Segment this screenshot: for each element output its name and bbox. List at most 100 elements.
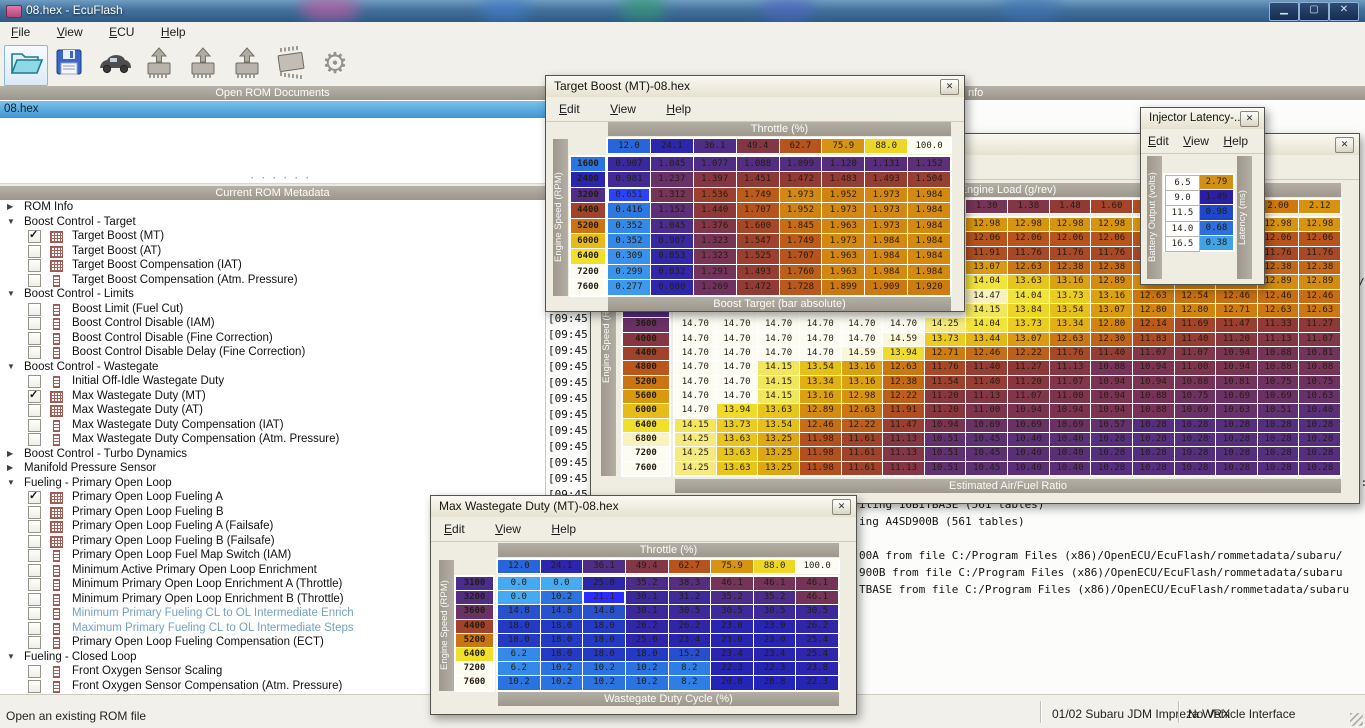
table-cell[interactable]: 10.28	[1216, 418, 1257, 432]
table-cell[interactable]: 11.20	[924, 389, 966, 404]
table-cell[interactable]: 10.28	[1091, 461, 1132, 475]
table-cell[interactable]: 11.13	[883, 432, 924, 447]
item-checkbox[interactable]	[28, 346, 41, 359]
table-cell[interactable]: 46.1	[796, 577, 838, 591]
table-cell[interactable]: 10.28	[1299, 447, 1340, 461]
read-from-ecu-button[interactable]	[138, 45, 180, 84]
table-cell[interactable]: 10.28	[1299, 461, 1340, 475]
table-cell[interactable]: 30.5	[796, 605, 838, 619]
table-cell[interactable]: 23.8	[796, 662, 838, 676]
window-injector-latency[interactable]: Injector Latency-... ✕ Edit View Help Ba…	[1140, 107, 1265, 285]
item-checkbox[interactable]	[28, 636, 41, 649]
table-cell[interactable]: 13.63	[716, 461, 758, 475]
table-cell[interactable]: 12.98	[841, 389, 883, 404]
table-cell[interactable]: 11.20	[924, 404, 966, 418]
menu-view[interactable]: View	[597, 97, 649, 121]
column-header-cell[interactable]: 24.1	[540, 560, 583, 574]
rom-file-item[interactable]: 08.hex	[0, 101, 549, 118]
table-cell[interactable]: 1.973	[865, 203, 908, 218]
table-cell[interactable]: 14.70	[799, 318, 841, 332]
table-cell[interactable]: 1.963	[822, 249, 865, 264]
item-checkbox[interactable]	[28, 621, 41, 635]
table-cell[interactable]: 13.07	[966, 260, 1007, 275]
expand-arrow-icon[interactable]: ▼	[7, 650, 15, 665]
table-cell[interactable]: 14.70	[675, 318, 716, 332]
table-cell[interactable]: 25.4	[796, 648, 838, 662]
table-cell[interactable]: 10.28	[1174, 432, 1216, 447]
table-cell[interactable]: 12.38	[1091, 260, 1132, 275]
table-cell[interactable]: 14.70	[716, 361, 758, 375]
table-cell[interactable]: 1.493	[736, 264, 779, 280]
table-cell[interactable]: 13.34	[1049, 318, 1091, 332]
table-cell[interactable]: 10.2	[540, 676, 583, 690]
table-cell[interactable]: 1.152	[908, 157, 950, 172]
column-header-cell[interactable]: 1.48	[1049, 200, 1091, 214]
table-cell[interactable]: 12.06	[1008, 232, 1049, 246]
table-cell[interactable]: 1.749	[736, 187, 779, 203]
table-cell[interactable]: 35.2	[625, 577, 668, 591]
column-header-cell[interactable]: 12.0	[498, 560, 540, 574]
table-cell[interactable]: 0.416	[608, 203, 650, 218]
table-cell[interactable]: 1.963	[822, 264, 865, 280]
table-cell[interactable]: 14.70	[675, 346, 716, 361]
table-cell[interactable]: 10.28	[1132, 418, 1174, 432]
expand-arrow-icon[interactable]: ▼	[7, 476, 15, 491]
table-cell[interactable]: 12.38	[1049, 260, 1091, 275]
table-cell[interactable]: 10.28	[1132, 447, 1174, 461]
table-cell[interactable]: 25.0	[625, 633, 668, 647]
table-cell[interactable]: 10.94	[1008, 404, 1049, 418]
column-header-cell[interactable]: 62.7	[779, 139, 822, 154]
table-cell[interactable]: 13.07	[1091, 303, 1132, 318]
table-cell[interactable]: 18.0	[583, 648, 625, 662]
table-cell[interactable]: 10.28	[1132, 461, 1174, 475]
table-cell[interactable]: 13.73	[924, 332, 966, 346]
table-cell[interactable]: 12.63	[1008, 260, 1049, 275]
table-cell[interactable]: 1.472	[779, 172, 822, 187]
column-header-cell[interactable]: 36.1	[693, 139, 736, 154]
table-cell[interactable]: 13.63	[1008, 275, 1049, 289]
table-cell[interactable]: 1.440	[693, 203, 736, 218]
table-cell[interactable]: 11.07	[1299, 332, 1340, 346]
table-cell[interactable]: 23.4	[753, 648, 796, 662]
table-cell[interactable]: 13.73	[1008, 318, 1049, 332]
table-cell[interactable]: 12.46	[1299, 289, 1340, 303]
table-cell[interactable]: 13.94	[883, 346, 924, 361]
table-cell[interactable]: 11.91	[883, 404, 924, 418]
table-cell[interactable]: 12.80	[1091, 318, 1132, 332]
table-cell[interactable]: 14.70	[716, 332, 758, 346]
table-cell[interactable]: 13.84	[1008, 303, 1049, 318]
table-cell[interactable]: 11.07	[1174, 346, 1216, 361]
table-cell[interactable]: 1.845	[779, 218, 822, 233]
table-cell[interactable]: 13.16	[1091, 289, 1132, 303]
table-cell[interactable]: 10.40	[1049, 461, 1091, 475]
table-cell[interactable]: 30.5	[753, 605, 796, 619]
table-cell[interactable]: 10.28	[1091, 447, 1132, 461]
table-cell[interactable]: 14.15	[758, 361, 799, 375]
table-cell[interactable]: 14.70	[841, 318, 883, 332]
table-cell[interactable]: 14.15	[966, 303, 1007, 318]
table-cell[interactable]: 0.651	[608, 187, 650, 203]
tree-item[interactable]: ✓ Max Wastegate Duty (MT)	[0, 389, 545, 404]
table-cell[interactable]: 10.88	[1132, 389, 1174, 404]
table-cell[interactable]: 1.963	[822, 218, 865, 233]
table-cell[interactable]: 13.54	[1049, 303, 1091, 318]
flash-chip-button[interactable]	[270, 45, 312, 84]
table-cell[interactable]: 10.81	[1216, 375, 1257, 389]
settings-button[interactable]: ⚙	[314, 45, 356, 84]
table-cell[interactable]: 14.59	[883, 332, 924, 346]
table-cell[interactable]: 12.38	[883, 375, 924, 389]
table-cell[interactable]: 0.277	[608, 280, 650, 295]
table-cell[interactable]: 1.973	[822, 203, 865, 218]
tree-item[interactable]: Max Wastegate Duty Compensation (Atm. Pr…	[0, 432, 545, 447]
table-cell[interactable]: 18.0	[498, 633, 540, 647]
table-cell[interactable]: 1.973	[865, 187, 908, 203]
table-cell[interactable]: 1.077	[693, 157, 736, 172]
table-cell[interactable]: 1.984	[865, 234, 908, 249]
table-cell[interactable]: 10.75	[1257, 375, 1299, 389]
table-cell[interactable]: 1.49	[1200, 190, 1233, 205]
table-cell[interactable]: 13.54	[799, 361, 841, 375]
table-cell[interactable]: 12.63	[841, 404, 883, 418]
table-cell[interactable]: 30.5	[711, 605, 753, 619]
table-cell[interactable]: 14.70	[758, 332, 799, 346]
table-cell[interactable]: 11.76	[924, 361, 966, 375]
